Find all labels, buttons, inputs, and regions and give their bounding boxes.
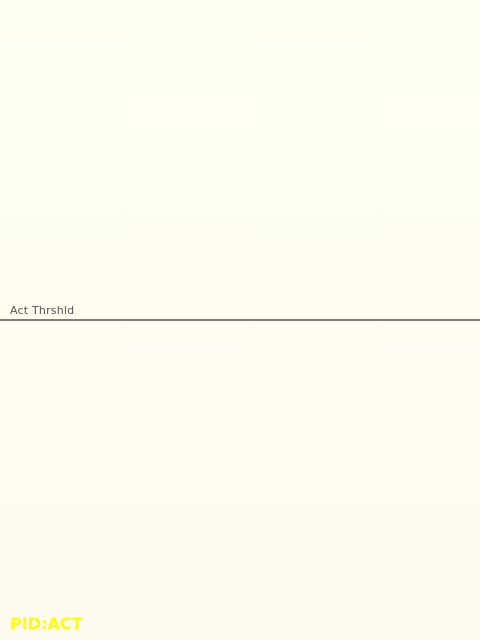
threshold-label: Act Thrshld	[10, 304, 75, 317]
threshold-line	[0, 319, 480, 321]
pid-status-label: PID:ACT	[10, 614, 83, 633]
